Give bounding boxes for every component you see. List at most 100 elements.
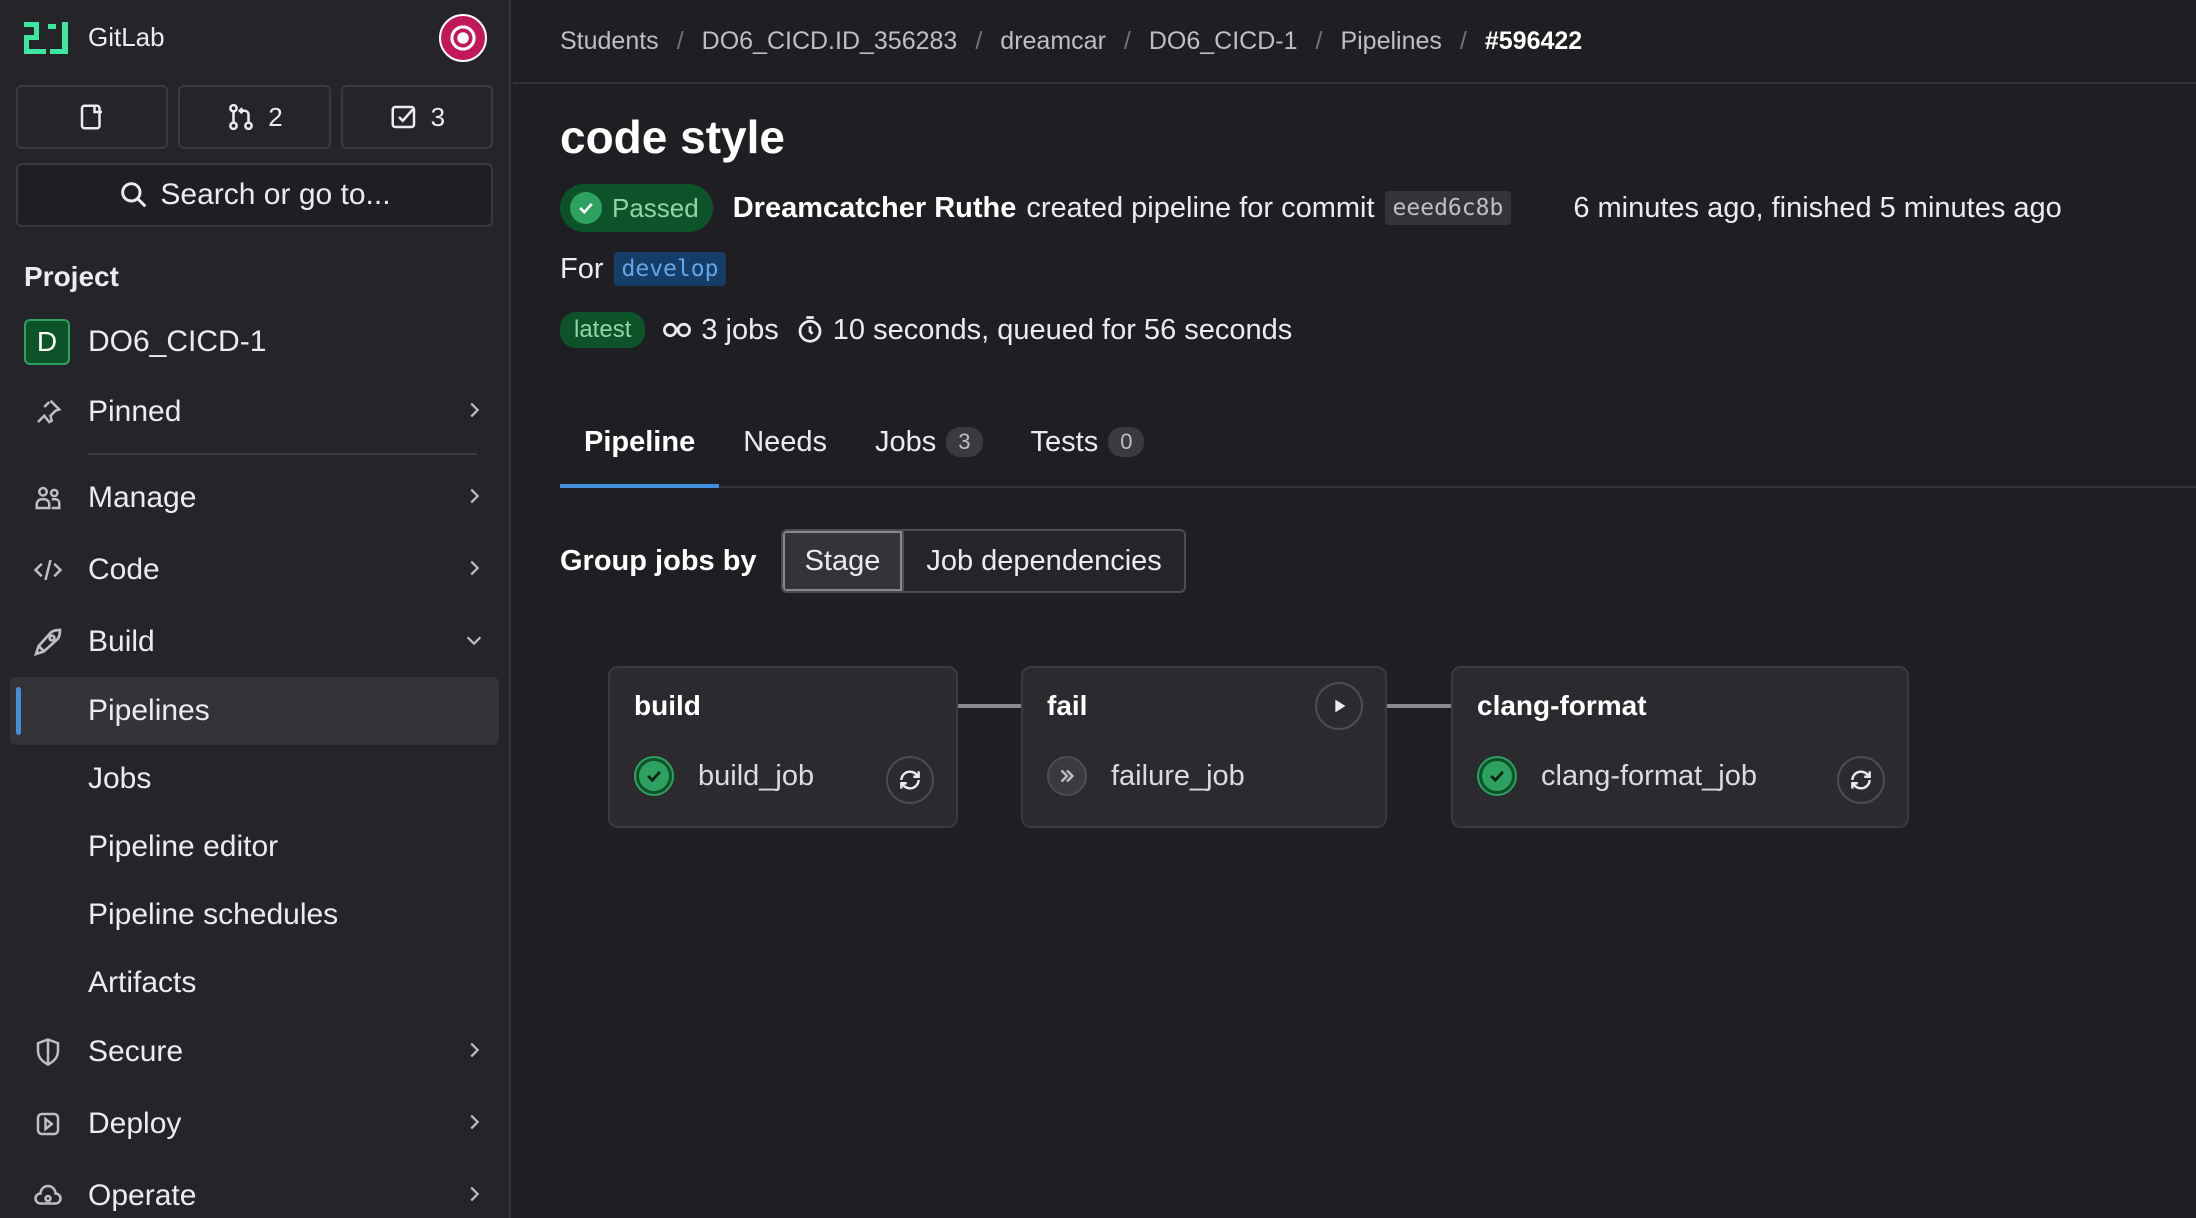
breadcrumb-item[interactable]: DO6_CICD.ID_356283 [702,27,958,56]
tab-jobs[interactable]: Jobs 3 [851,398,1007,486]
sidebar-item-build[interactable]: Build [0,609,509,675]
sidebar-item-pinned[interactable]: Pinned [0,379,509,445]
tab-tests[interactable]: Tests 0 [1007,398,1169,486]
sidebar-subitem-jobs[interactable]: Jobs [0,745,509,813]
tab-needs[interactable]: Needs [719,398,851,486]
job-item[interactable]: build_job [634,756,814,796]
stage-connector [957,704,1023,708]
job-name: build_job [698,759,815,792]
branch-link[interactable]: develop [613,252,727,286]
sidebar-item-deploy[interactable]: Deploy [0,1091,509,1157]
user-avatar[interactable] [439,13,487,62]
breadcrumb-separator: / [1459,26,1467,55]
play-icon [1335,699,1346,713]
sidebar-item-label: Code [88,553,160,586]
for-label: For [560,252,604,285]
merge-requests-count: 2 [268,101,283,132]
group-jobs-label: Group jobs by [560,544,757,577]
rocket-icon [30,624,66,660]
gitlab-logo-icon[interactable] [22,18,72,58]
breadcrumb-item[interactable]: dreamcar [1000,27,1106,56]
sidebar-subitem-pipelines[interactable]: Pipelines [10,677,499,745]
job-item[interactable]: clang-format_job [1477,756,1757,796]
pipeline-times: 6 minutes ago, finished 5 minutes ago [1573,191,2062,224]
shield-icon [30,1034,66,1070]
todos-counter-button[interactable]: 3 [340,85,493,149]
sidebar-item-operate[interactable]: Operate [0,1163,509,1218]
sidebar-subitem-artifacts[interactable]: Artifacts [0,949,509,1017]
issues-icon [80,104,103,130]
breadcrumb: Students / DO6_CICD.ID_356283 / dreamcar… [513,0,2196,84]
tab-pipeline[interactable]: Pipeline [560,398,720,488]
status-success-icon [634,756,674,796]
retry-icon [1851,770,1871,790]
tab-label: Needs [743,425,828,458]
breadcrumb-separator: / [975,26,983,55]
timer-icon [795,315,825,345]
deploy-icon [30,1106,66,1142]
retry-job-button[interactable] [886,756,934,804]
group-by-stage-button[interactable]: Stage [782,531,903,591]
code-icon [30,552,66,588]
chevron-right-icon [463,395,485,429]
todo-check-icon [391,105,415,129]
breadcrumb-item[interactable]: DO6_CICD-1 [1149,27,1298,56]
stage-column-fail: fail failure_job [1021,666,1387,828]
group-by-dependencies-button[interactable]: Job dependencies [902,531,1184,591]
job-item[interactable]: failure_job [1047,756,1245,796]
sidebar-section-title: Project [24,261,119,292]
retry-job-button[interactable] [1837,756,1885,804]
group-by-toggle: Stage Job dependencies [780,529,1186,593]
status-badge[interactable]: Passed [560,184,713,232]
sidebar-item-label: Deploy [88,1107,182,1140]
issues-counter-button[interactable] [16,85,169,149]
sidebar-subitem-pipeline-schedules[interactable]: Pipeline schedules [0,881,509,949]
pipeline-jobs-icon [661,316,693,344]
sidebar-divider [88,453,477,455]
tab-label: Pipeline [584,425,696,458]
group-jobs-control: Group jobs by Stage Job dependencies [560,529,1186,593]
status-success-icon [1477,756,1517,796]
page-title: code style [560,111,785,163]
users-icon [30,480,66,516]
status-text: Passed [612,192,699,223]
author-link[interactable]: Dreamcatcher Ruthe [733,192,1017,225]
sidebar-item-label: Operate [88,1179,197,1212]
sidebar-item-manage[interactable]: Manage [0,465,509,531]
sidebar-item-secure[interactable]: Secure [0,1019,509,1085]
chevron-right-icon [463,553,485,587]
chevron-down-icon [463,625,485,659]
project-name: DO6_CICD-1 [88,325,267,358]
sidebar-nav: Pinned Manage Code Build Pipelines Jobs … [0,379,509,1218]
cloud-gear-icon [30,1178,66,1214]
breadcrumb-item[interactable]: Students [560,27,659,56]
retry-icon [900,770,920,790]
commit-sha-link[interactable]: eeed6c8b [1384,191,1512,225]
todos-count: 3 [430,101,446,132]
merge-requests-counter-button[interactable]: 2 [178,85,331,149]
search-button[interactable]: Search or go to... [16,163,493,227]
pipeline-meta: Passed Dreamcatcher Ruthe created pipeli… [560,184,2062,232]
duration-text: 10 seconds, queued for 56 seconds [832,313,1293,346]
sidebar-item-label: Pinned [88,395,182,428]
breadcrumb-separator: / [1315,26,1323,55]
stage-column-build: build build_job [608,666,958,828]
breadcrumb-current[interactable]: #596422 [1485,27,1582,56]
stage-column-clang-format: clang-format clang-format_job [1451,666,1909,828]
status-skipped-icon [1047,756,1087,796]
project-avatar: D [24,319,70,365]
merge-request-icon [229,103,254,131]
main-content: Students / DO6_CICD.ID_356283 / dreamcar… [513,0,2196,1218]
sidebar-item-code[interactable]: Code [0,537,509,603]
search-icon [121,182,147,208]
sidebar-subitem-pipeline-editor[interactable]: Pipeline editor [0,813,509,881]
created-text: created pipeline for commit [1026,191,1375,224]
tab-count-badge: 3 [946,427,983,457]
project-link[interactable]: D DO6_CICD-1 [0,317,509,367]
play-stage-button[interactable] [1315,682,1363,730]
sidebar-header: GitLab [0,0,509,75]
breadcrumb-item[interactable]: Pipelines [1340,27,1441,56]
sidebar: GitLab 2 3 Search or go to... Project D … [0,0,511,1218]
sidebar-item-label: Secure [88,1035,184,1068]
branch-row: For develop [560,252,727,286]
